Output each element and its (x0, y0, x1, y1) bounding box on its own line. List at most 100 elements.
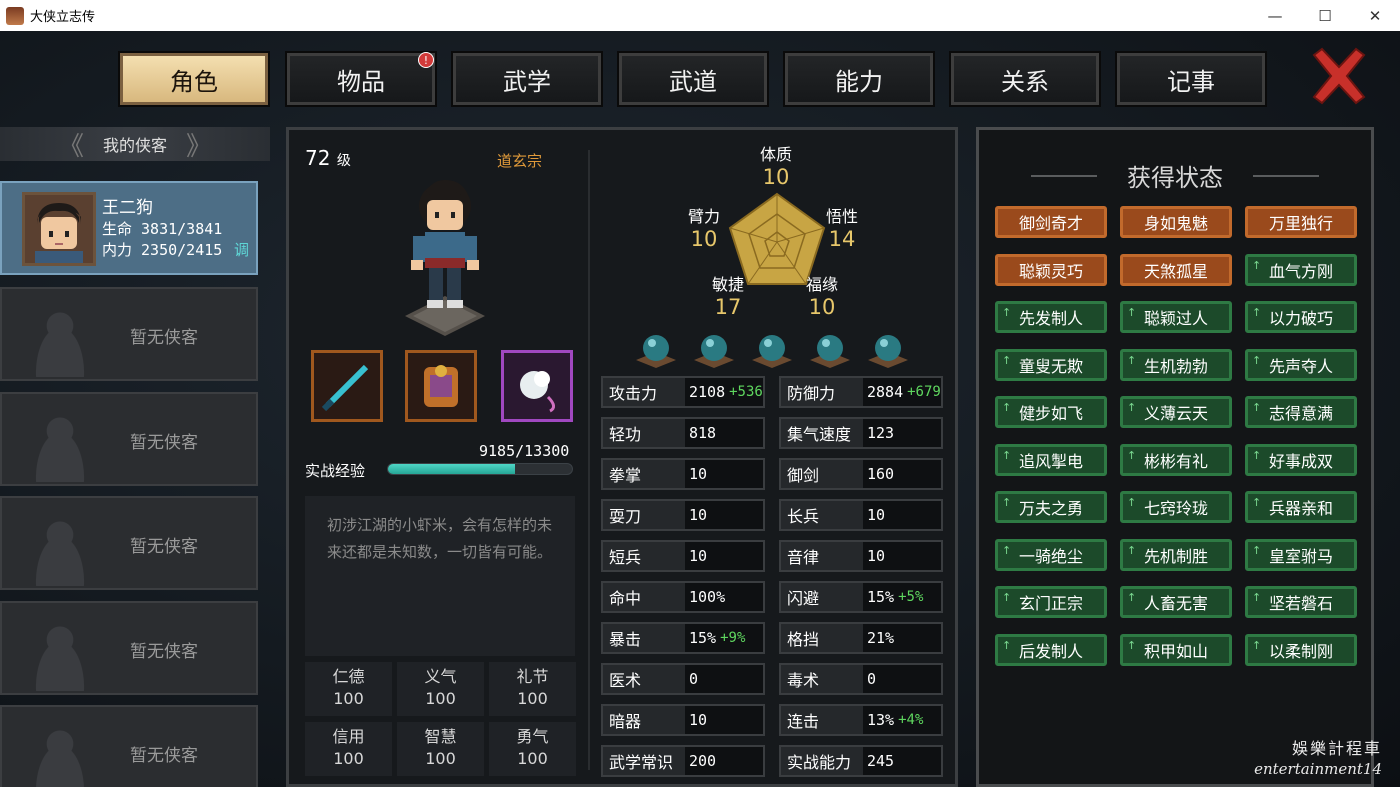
buff-up-arrow-icon: ↑ (1127, 306, 1137, 319)
buff-label: 兵器亲和 (1268, 499, 1333, 518)
equipment-slot-armor[interactable] (405, 350, 477, 422)
exp-label: 实战经验 (305, 462, 366, 480)
radar-stat-name: 体质 (759, 145, 792, 164)
status-buff[interactable]: ↑ 彬彬有礼 (1120, 443, 1232, 476)
status-buff[interactable]: ↑ 以柔制刚 (1245, 633, 1357, 666)
status-buff[interactable]: ↑ 人畜无害 (1120, 586, 1232, 618)
status-buff[interactable]: ↑ 生机勃勃 (1120, 348, 1232, 381)
radar-stat-value: 10 (690, 227, 718, 251)
status-buff[interactable]: ↑ 童叟无欺 (995, 348, 1107, 381)
status-buff[interactable]: ↑ 志得意满 (1245, 396, 1357, 428)
character-slot-empty[interactable]: 暂无侠客 (0, 705, 258, 787)
stat-poison: 毒术 0 (779, 663, 943, 695)
stat-value: 15% (689, 629, 717, 647)
equipment-slot-accessory[interactable] (501, 350, 573, 422)
status-buff[interactable]: ↑ 先机制胜 (1120, 538, 1232, 571)
stat-name: 音律 (781, 542, 863, 570)
virtue-name: 勇气 (516, 727, 549, 746)
stat-dodge: 闪避 15% +5% (779, 581, 943, 613)
radar-stat-agility: 敏捷 17 (703, 274, 753, 318)
stat-hit: 命中 100% (601, 581, 765, 613)
virtue-value: 100 (333, 689, 364, 708)
chevron-right-icon[interactable]: 》 (186, 126, 212, 163)
watermark: 娛樂計程車 entertainment14 (1254, 739, 1382, 779)
radar-stat-name: 敏捷 (711, 275, 744, 294)
stat-value: 0 (867, 670, 877, 688)
status-buff[interactable]: ↑ 坚若磐石 (1245, 586, 1357, 618)
status-buff[interactable]: ↑ 好事成双 (1245, 443, 1357, 476)
status-buff[interactable]: ↑ 先声夺人 (1245, 348, 1357, 381)
close-menu-icon[interactable] (1308, 45, 1370, 107)
buff-up-arrow-icon: ↑ (1252, 448, 1262, 462)
stat-value: 15% (867, 588, 895, 606)
status-buff[interactable]: 万里独行 (1245, 206, 1357, 238)
tab-items[interactable]: 物品! (285, 51, 437, 107)
tab-martial-arts[interactable]: 武学 (451, 51, 603, 107)
virtue-name: 信用 (332, 727, 365, 746)
buff-up-arrow-icon: ↑ (1127, 401, 1137, 414)
status-buff[interactable]: ↑ 皇室驸马 (1245, 538, 1357, 571)
status-buff[interactable]: ↑ 后发制人 (995, 633, 1107, 666)
tab-relations[interactable]: 关系 (949, 51, 1101, 107)
radar-stat-value: 10 (762, 165, 790, 189)
stat-name: 格挡 (781, 624, 863, 652)
sword-icon (321, 364, 369, 412)
status-buff[interactable]: ↑ 积甲如山 (1120, 633, 1232, 666)
character-slot-empty[interactable]: 暂无侠客 (0, 287, 258, 381)
minimize-button[interactable]: — (1250, 0, 1300, 31)
stat-name: 御剑 (781, 460, 863, 488)
buff-up-arrow-icon: ↑ (1002, 353, 1012, 367)
status-buff[interactable]: 身如鬼魅 (1120, 206, 1232, 238)
status-buff[interactable]: 聪颖灵巧 (995, 253, 1107, 286)
empty-avatar-icon (20, 402, 100, 482)
stat-value: 10 (689, 465, 708, 483)
status-buff[interactable]: ↑ 以力破巧 (1245, 301, 1357, 333)
status-buff[interactable]: ↑ 义薄云天 (1120, 396, 1232, 428)
status-buff[interactable]: ↑ 七窍玲珑 (1120, 491, 1232, 523)
tab-journal[interactable]: 记事 (1115, 51, 1267, 107)
character-card-active[interactable]: 王二狗 生命 3831/3841 内力 2350/2415 调 (0, 181, 258, 275)
character-description: 初涉江湖的小虾米，会有怎样的未来还都是未知数，一切皆有可能。 (305, 496, 575, 656)
status-buff[interactable]: ↑ 兵器亲和 (1245, 491, 1357, 523)
status-buff[interactable]: ↑ 健步如飞 (995, 396, 1107, 428)
buff-label: 追风掣电 (1018, 451, 1083, 471)
meridian-orb-icon[interactable] (634, 330, 678, 370)
maximize-button[interactable]: ☐ (1300, 0, 1350, 31)
tab-martial-way[interactable]: 武道 (617, 51, 769, 107)
chevron-left-icon[interactable]: 《 (58, 126, 84, 163)
status-buff[interactable]: ↑ 聪颖过人 (1120, 301, 1232, 333)
equipment-slot-weapon[interactable] (311, 350, 383, 422)
meridian-orb-icon[interactable] (808, 330, 852, 370)
meridian-orb-icon[interactable] (866, 330, 910, 370)
status-buff[interactable]: ↑ 血气方刚 (1245, 253, 1357, 286)
character-slot-empty[interactable]: 暂无侠客 (0, 601, 258, 695)
radar-stat-value: 10 (808, 295, 836, 319)
status-buff[interactable]: ↑ 先发制人 (995, 301, 1107, 333)
buff-label: 聪颖灵巧 (1018, 261, 1083, 281)
stat-value: 0 (689, 670, 699, 688)
status-buff[interactable]: ↑ 万夫之勇 (995, 491, 1107, 523)
character-slot-empty[interactable]: 暂无侠客 (0, 496, 258, 590)
stat-name: 拳掌 (603, 460, 685, 488)
character-sprite (405, 180, 485, 336)
stat-name: 暴击 (603, 624, 685, 652)
empty-slot-label: 暂无侠客 (130, 642, 198, 662)
meridian-orb-icon[interactable] (750, 330, 794, 370)
adjust-button[interactable]: 调 (234, 239, 249, 260)
tab-character[interactable]: 角色 (118, 51, 270, 107)
buff-label: 万里独行 (1268, 214, 1333, 233)
status-buff[interactable]: ↑ 一骑绝尘 (995, 538, 1107, 571)
virtue-cell: 勇气 100 (489, 722, 576, 776)
status-buff[interactable]: 天煞孤星 (1120, 253, 1232, 286)
close-window-button[interactable]: ✕ (1350, 0, 1400, 31)
exp-progress-bar (387, 463, 573, 475)
tab-abilities[interactable]: 能力 (783, 51, 935, 107)
status-buff[interactable]: ↑ 追风掣电 (995, 443, 1107, 476)
meridian-orb-icon[interactable] (692, 330, 736, 370)
status-buff[interactable]: 御剑奇才 (995, 206, 1107, 238)
exp-value: 9185/13300 (479, 442, 570, 460)
stat-block: 格挡 21% (779, 622, 943, 654)
status-buff[interactable]: ↑ 玄门正宗 (995, 586, 1107, 618)
title-ornament-right (1253, 175, 1319, 183)
character-slot-empty[interactable]: 暂无侠客 (0, 392, 258, 486)
